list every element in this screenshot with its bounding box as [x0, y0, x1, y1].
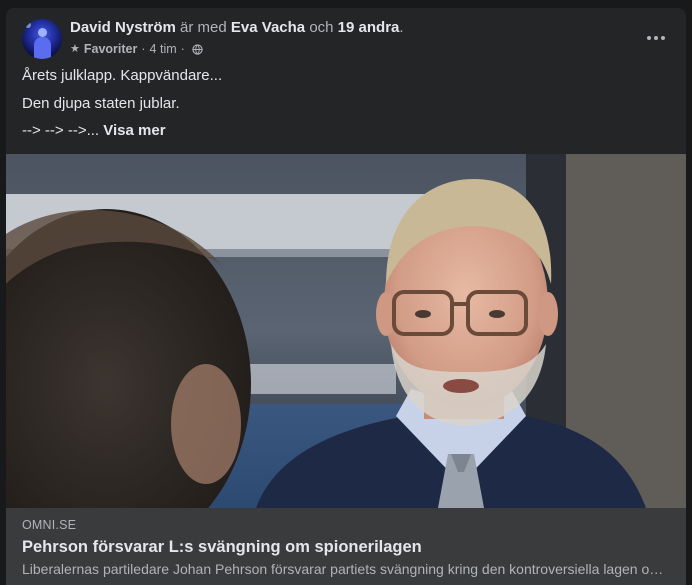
title-period: . — [399, 19, 404, 36]
more-options-icon — [647, 36, 651, 40]
link-description: Liberalernas partiledare Johan Pehrson f… — [22, 561, 672, 577]
post-title-line: David Nyström är med Eva Vacha och 19 an… — [70, 19, 404, 37]
post-text-line-3: --> --> -->... — [22, 122, 100, 139]
post-card: David Nyström är med Eva Vacha och 19 an… — [6, 8, 686, 585]
more-options-icon-dot — [654, 36, 658, 40]
post-meta: ★ Favoriter · 4 tim · — [70, 41, 203, 57]
link-title[interactable]: Pehrson försvarar L:s svängning om spion… — [22, 538, 422, 557]
with-text: är med — [180, 19, 227, 36]
post-header: David Nyström är med Eva Vacha och 19 an… — [6, 8, 686, 68]
post-text-line: Årets julklapp. Kappvändare... — [22, 67, 223, 84]
post-timestamp-link[interactable]: 4 tim — [150, 41, 177, 57]
meta-separator: · — [180, 42, 185, 56]
see-more-link[interactable]: Visa mer — [103, 122, 165, 139]
and-text: och — [309, 19, 334, 36]
link-domain: OMNI.SE — [22, 518, 77, 532]
post-text-line-last: --> --> -->... Visa mer — [22, 121, 662, 149]
meta-separator: · — [141, 42, 146, 56]
audience-favorites-link[interactable]: Favoriter — [84, 41, 138, 57]
avatar-light — [25, 22, 31, 28]
tagged-person-link[interactable]: Eva Vacha — [231, 19, 305, 36]
news-photo — [6, 154, 686, 508]
link-preview-image[interactable] — [6, 154, 686, 508]
avatar-figure-head — [38, 28, 47, 37]
avatar-figure-body — [34, 37, 51, 59]
author-name-link[interactable]: David Nyström — [70, 19, 176, 36]
more-options-icon-dot — [661, 36, 665, 40]
more-options-button[interactable] — [638, 23, 674, 53]
others-link[interactable]: 19 andra — [338, 19, 400, 36]
post-text-line: Den djupa staten jublar. — [22, 94, 180, 112]
globe-icon[interactable] — [192, 43, 203, 55]
star-icon: ★ — [70, 43, 80, 55]
avatar[interactable] — [22, 19, 62, 59]
post-text: Årets julklapp. Kappvändare... Den djupa… — [22, 66, 662, 149]
link-preview-footer[interactable]: OMNI.SE Pehrson försvarar L:s svängning … — [6, 508, 686, 585]
